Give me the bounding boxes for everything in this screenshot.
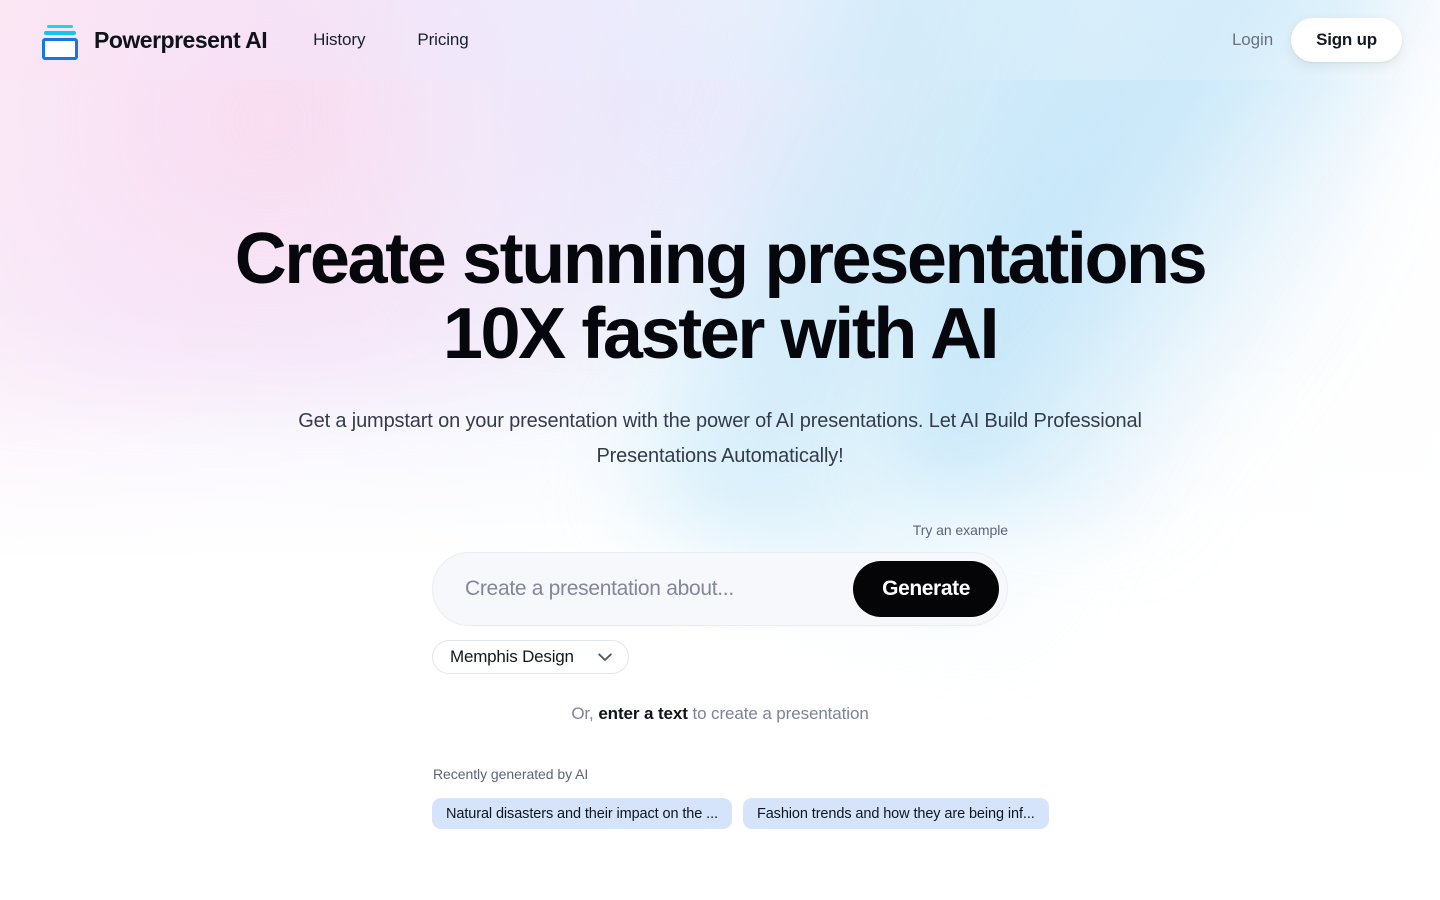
or-suffix: to create a presentation	[687, 704, 869, 723]
nav-item-pricing[interactable]: Pricing	[417, 30, 468, 50]
list-item[interactable]: Natural disasters and their impact on th…	[432, 798, 732, 829]
enter-a-text-link[interactable]: enter a text	[598, 704, 688, 723]
chevron-down-icon	[598, 652, 612, 661]
prompt-area: Try an example Generate Memphis Design O…	[432, 474, 1049, 829]
signup-button[interactable]: Sign up	[1291, 18, 1402, 62]
prompt-input[interactable]	[433, 554, 854, 624]
prompt-input-container: Generate	[432, 552, 1008, 626]
page-title-line-1: Create stunning presentations	[234, 219, 1208, 299]
page-title-line-2: 10X faster with AI	[442, 294, 1000, 374]
page-subtitle: Get a jumpstart on your presentation wit…	[298, 410, 1142, 467]
enter-text-line: Or, enter a text to create a presentatio…	[432, 704, 1008, 724]
try-an-example-link[interactable]: Try an example	[913, 522, 1008, 538]
or-prefix: Or,	[571, 704, 599, 723]
list-item[interactable]: Fashion trends and how they are being in…	[742, 798, 1049, 829]
recently-generated-title: Recently generated by AI	[433, 766, 589, 782]
primary-nav: History Pricing	[313, 30, 469, 50]
page-title: Create stunning presentations 10X faster…	[0, 222, 1440, 372]
brand-home-link[interactable]: Powerpresent AI	[40, 20, 268, 60]
hero-section: Create stunning presentations 10X faster…	[0, 80, 1440, 829]
site-header: Powerpresent AI History Pricing Login Si…	[0, 0, 1440, 80]
header-actions: Login Sign up	[1222, 18, 1402, 62]
recently-generated-list: Natural disasters and their impact on th…	[432, 798, 1112, 829]
style-select-value: Memphis Design	[450, 647, 574, 666]
nav-item-history[interactable]: History	[313, 30, 365, 50]
presentation-board-icon	[40, 20, 80, 60]
brand-name: Powerpresent AI	[94, 26, 268, 53]
style-select[interactable]: Memphis Design	[432, 640, 629, 674]
generate-button[interactable]: Generate	[853, 561, 999, 617]
recently-generated-section: Recently generated by AI Natural disaste…	[432, 724, 1112, 829]
login-link[interactable]: Login	[1222, 22, 1283, 58]
